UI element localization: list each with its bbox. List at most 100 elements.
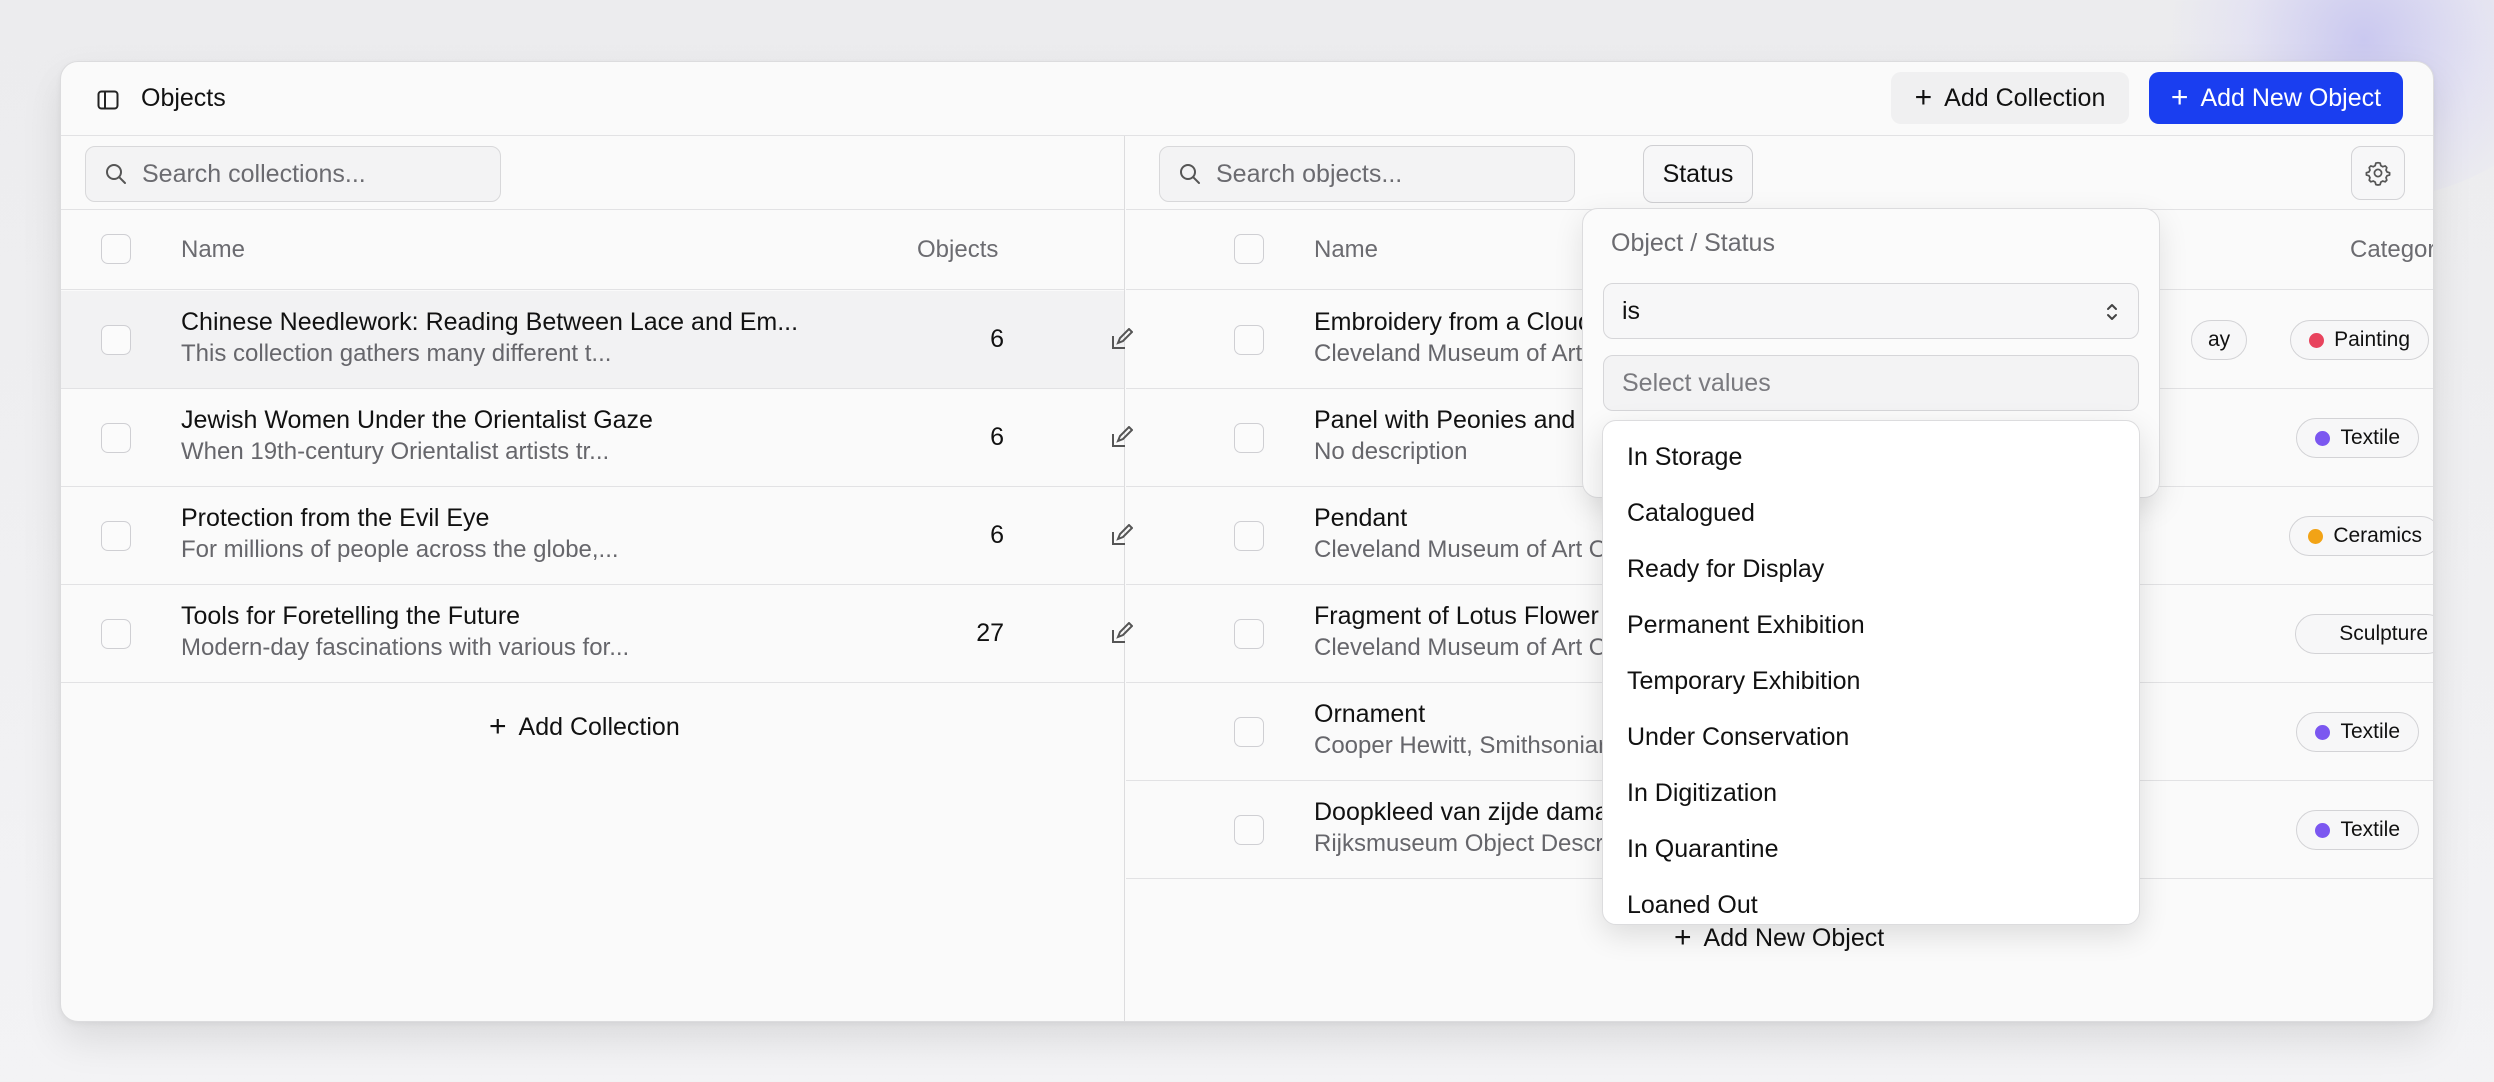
option-in-storage[interactable]: In Storage: [1627, 443, 1742, 472]
row-checkbox[interactable]: [1234, 619, 1264, 649]
row-checkbox[interactable]: [101, 325, 131, 355]
collection-description: For millions of people across the globe,…: [181, 536, 619, 563]
row-checkbox[interactable]: [101, 619, 131, 649]
status-pill: ay: [2191, 320, 2248, 360]
status-options-list: In Storage Catalogued Ready for Display …: [1602, 420, 2140, 925]
object-title: Pendant: [1314, 504, 1408, 532]
row-checkbox[interactable]: [1234, 325, 1264, 355]
category-pill: Painting: [2290, 320, 2429, 360]
plus-icon: +: [1914, 81, 1933, 114]
row-checkbox[interactable]: [101, 423, 131, 453]
category-pill: Textile: [2296, 810, 2419, 850]
add-new-object-button-label: Add New Object: [2200, 83, 2382, 112]
collection-title: Protection from the Evil Eye: [181, 504, 490, 532]
category-pill: Textile: [2296, 418, 2419, 458]
add-new-object-button[interactable]: + Add New Object: [2149, 72, 2403, 124]
collection-object-count: 6: [990, 521, 1004, 549]
object-title: Fragment of Lotus Flower: [1314, 602, 1599, 630]
filter-operator-value: is: [1622, 296, 1641, 325]
app-window: Objects + Add Collection + Add New Objec…: [60, 61, 2434, 1022]
collection-title: Tools for Foretelling the Future: [181, 602, 521, 630]
category-pill: Sculpture: [2295, 614, 2433, 654]
status-pill-label: ay: [2208, 328, 2231, 351]
plus-icon: +: [489, 710, 507, 743]
add-collection-link[interactable]: + Add Collection: [489, 712, 680, 742]
option-temporary-exhibition[interactable]: Temporary Exhibition: [1627, 667, 1860, 696]
row-checkbox[interactable]: [101, 521, 131, 551]
category-dot: [2308, 528, 2324, 544]
collection-title: Chinese Needlework: Reading Between Lace…: [181, 308, 799, 336]
status-filter-chip[interactable]: Status: [1643, 145, 1753, 203]
column-header-categories[interactable]: Categories: [2350, 236, 2433, 264]
collections-search-input[interactable]: [142, 159, 442, 189]
column-header-name[interactable]: Name: [1314, 236, 1378, 264]
filter-field-label: Object / Status: [1611, 229, 1775, 257]
option-loaned-out[interactable]: Loaned Out: [1627, 891, 1758, 920]
page-title: Objects: [141, 84, 226, 112]
collection-object-count: 27: [976, 619, 1004, 647]
option-catalogued[interactable]: Catalogued: [1627, 499, 1755, 528]
object-description: Cleveland Museum of Art Obje: [1314, 536, 1640, 563]
category-label: Textile: [2340, 426, 2400, 449]
collection-object-count: 6: [990, 423, 1004, 451]
select-all-checkbox[interactable]: [101, 234, 131, 264]
table-settings-button[interactable]: [2351, 146, 2405, 200]
add-collection-button[interactable]: + Add Collection: [1891, 72, 2129, 124]
category-pill: Textile: [2296, 712, 2419, 752]
sidebar-toggle-icon[interactable]: [97, 90, 119, 110]
option-permanent-exhibition[interactable]: Permanent Exhibition: [1627, 611, 1865, 640]
object-title: Ornament: [1314, 700, 1426, 728]
category-label: Textile: [2340, 720, 2400, 743]
object-description: Cooper Hewitt, Smithsonian De: [1314, 732, 1649, 759]
option-ready-for-display[interactable]: Ready for Display: [1627, 555, 1824, 584]
search-icon: [106, 164, 126, 184]
top-bar: Objects + Add Collection + Add New Objec…: [61, 62, 2433, 136]
option-under-conservation[interactable]: Under Conservation: [1627, 723, 1849, 752]
category-label: Ceramics: [2333, 524, 2422, 547]
gear-icon: [2365, 161, 2391, 186]
column-header-name[interactable]: Name: [181, 236, 245, 264]
collection-row[interactable]: Chinese Needlework: Reading Between Lace…: [61, 291, 1133, 389]
object-description: Cleveland Museum of Art Obje: [1314, 634, 1640, 661]
column-header-objects[interactable]: Objects: [917, 236, 998, 264]
collections-search[interactable]: [85, 146, 501, 202]
category-dot: [2309, 332, 2325, 348]
option-in-digitization[interactable]: In Digitization: [1627, 779, 1777, 808]
object-description: Rijksmuseum Object Descriptio: [1314, 830, 1648, 857]
category-dot: [2315, 822, 2331, 838]
collection-row[interactable]: Tools for Foretelling the Future Modern-…: [61, 585, 1133, 683]
collection-title: Jewish Women Under the Orientalist Gaze: [181, 406, 653, 434]
object-description: No description: [1314, 438, 1468, 465]
filter-operator-select[interactable]: is: [1603, 283, 2139, 339]
collection-object-count: 6: [990, 325, 1004, 353]
add-new-object-link-label: Add New Object: [1703, 923, 1885, 952]
object-description: Cleveland Museum of Art Obj: [1314, 340, 1627, 367]
objects-search[interactable]: [1159, 146, 1575, 202]
add-collection-button-label: Add Collection: [1944, 83, 2106, 112]
row-checkbox[interactable]: [1234, 521, 1264, 551]
objects-search-input[interactable]: [1216, 159, 1516, 189]
collection-row[interactable]: Jewish Women Under the Orientalist Gaze …: [61, 389, 1133, 487]
category-label: Painting: [2334, 328, 2410, 351]
objects-toolbar: Status: [1126, 136, 2433, 210]
plus-icon: +: [1674, 921, 1692, 954]
collections-pane: Name Objects Chinese Needlework: Reading…: [61, 136, 1133, 1021]
row-checkbox[interactable]: [1234, 815, 1264, 845]
collection-description: Modern-day fascinations with various for…: [181, 634, 630, 661]
category-label: Textile: [2340, 818, 2400, 841]
category-pill: Ceramics: [2289, 516, 2433, 556]
category-dot: [2315, 430, 2331, 446]
collections-table-header: Name Objects: [61, 210, 1124, 290]
add-new-object-link[interactable]: + Add New Object: [1674, 923, 1884, 953]
search-icon: [1180, 164, 1200, 184]
row-checkbox[interactable]: [1234, 423, 1264, 453]
row-checkbox[interactable]: [1234, 717, 1264, 747]
collections-toolbar: [61, 136, 1124, 210]
plus-icon: +: [2170, 81, 2189, 114]
category-label: Sculpture: [2339, 622, 2428, 645]
collection-row[interactable]: Protection from the Evil Eye For million…: [61, 487, 1133, 585]
collection-description: This collection gathers many different t…: [181, 340, 612, 367]
filter-values-input[interactable]: Select values: [1603, 355, 2139, 411]
option-in-quarantine[interactable]: In Quarantine: [1627, 835, 1779, 864]
select-all-checkbox[interactable]: [1234, 234, 1264, 264]
